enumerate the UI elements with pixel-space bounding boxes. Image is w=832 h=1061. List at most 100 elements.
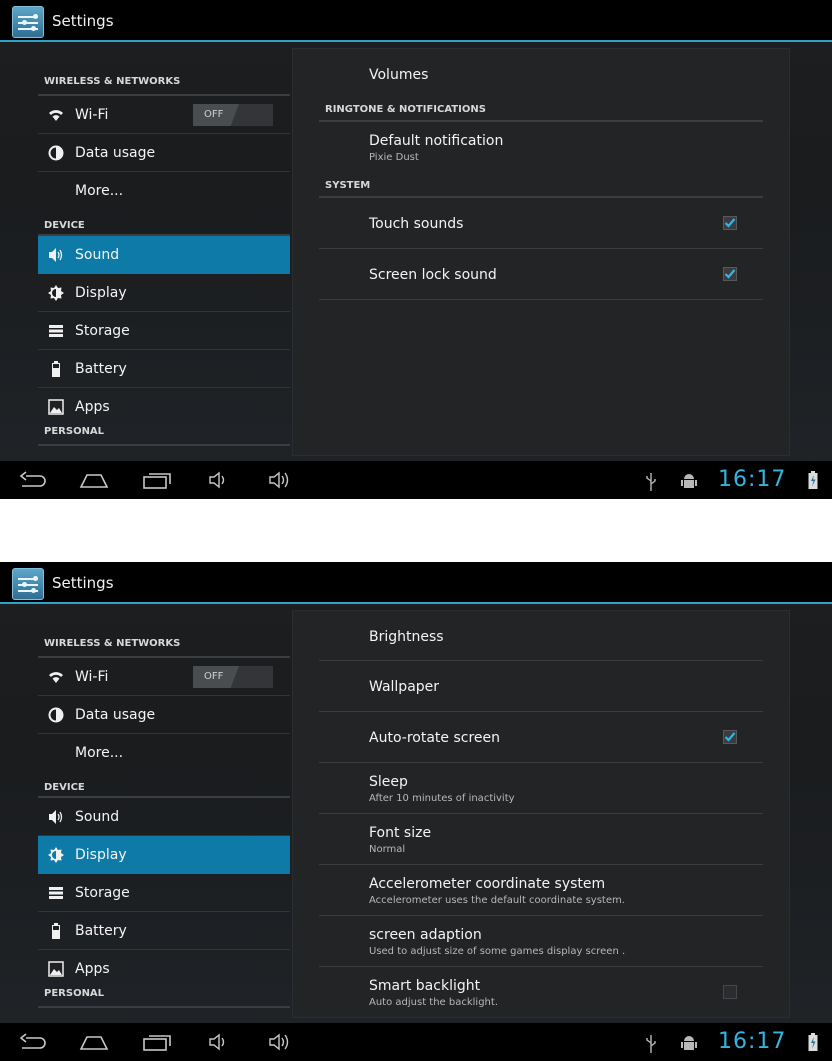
volume-up-icon[interactable] [268,1032,294,1052]
storage-icon [49,887,63,899]
sidebar-item-sound[interactable]: Sound [38,236,290,274]
toggle-off-label: OFF [193,104,239,126]
sidebar-item-display[interactable]: Display [38,836,290,874]
auto-rotate-label: Auto-rotate screen [369,730,500,746]
checkbox-checked-icon[interactable] [723,267,737,281]
wifi-icon [49,672,63,683]
header-personal: PERSONAL [38,984,290,1008]
sidebar-item-apps[interactable]: Apps [38,388,290,422]
back-icon[interactable] [18,470,46,490]
sidebar-item-label: Apps [75,961,110,977]
battery-status-icon [808,1033,818,1051]
app-title: Settings [52,12,114,30]
sidebar-item-data-usage[interactable]: Data usage [38,134,290,172]
default-notification-value: Pixie Dust [369,152,419,163]
header-device: DEVICE [38,210,290,236]
sleep-item[interactable]: Sleep After 10 minutes of inactivity [319,763,763,814]
header-wireless: WIRELESS & NETWORKS [38,62,290,96]
display-icon [48,285,64,301]
back-icon[interactable] [18,1032,46,1052]
volume-down-icon[interactable] [208,1032,230,1052]
header-device: DEVICE [38,772,290,798]
auto-rotate-item[interactable]: Auto-rotate screen [319,712,763,763]
wallpaper-item[interactable]: Wallpaper [319,661,763,712]
clock: 16:17 [718,1029,787,1054]
sidebar-item-wifi[interactable]: Wi-Fi OFF [38,96,290,134]
home-icon[interactable] [79,1032,109,1052]
sidebar-item-wifi[interactable]: Wi-Fi OFF [38,658,290,696]
sidebar-item-label: Apps [75,399,110,415]
sidebar-item-battery[interactable]: Battery [38,350,290,388]
header-ringtone: RINGTONE & NOTIFICATIONS [319,97,763,122]
settings-categories: WIRELESS & NETWORKS Wi-Fi OFF Data usage… [38,62,290,446]
volumes-item[interactable]: Volumes [319,49,763,97]
header-system: SYSTEM [319,174,763,198]
screen-adaption-label: screen adaption [369,927,482,943]
settings-categories: WIRELESS & NETWORKS Wi-Fi OFF Data usage… [38,624,290,1008]
sleep-label: Sleep [369,774,408,790]
checkbox-unchecked-icon[interactable] [723,985,737,999]
data-usage-icon [48,145,64,161]
display-icon [48,847,64,863]
sidebar-item-apps[interactable]: Apps [38,950,290,984]
accelerometer-item[interactable]: Accelerometer coordinate system Accelero… [319,865,763,916]
sidebar-item-sound[interactable]: Sound [38,798,290,836]
sidebar-item-label: Storage [75,885,130,901]
screen-lock-sound-item[interactable]: Screen lock sound [319,249,763,300]
sidebar-item-label: Display [75,847,127,863]
volume-down-icon[interactable] [208,470,230,490]
font-size-item[interactable]: Font size Normal [319,814,763,865]
sidebar-item-storage[interactable]: Storage [38,874,290,912]
battery-icon [52,923,60,939]
checkbox-checked-icon[interactable] [723,216,737,230]
recents-icon[interactable] [142,1032,172,1052]
apps-icon [48,961,64,977]
wallpaper-label: Wallpaper [369,679,440,695]
accelerometer-value: Accelerometer uses the default coordinat… [369,895,625,906]
default-notification-item[interactable]: Default notification Pixie Dust [319,122,763,174]
sound-icon [49,810,63,824]
sidebar-item-data-usage[interactable]: Data usage [38,696,290,734]
sidebar-item-label: Data usage [75,707,156,723]
android-debug-icon [681,474,697,488]
volume-up-icon[interactable] [268,470,294,490]
smart-backlight-label: Smart backlight [369,978,481,994]
display-settings-pane: Brightness Wallpaper Auto-rotate screen … [292,610,790,1018]
android-debug-icon [681,1036,697,1050]
screen-adaption-item[interactable]: screen adaption Used to adjust size of s… [319,916,763,967]
sidebar-item-label: Data usage [75,145,156,161]
touch-sounds-item[interactable]: Touch sounds [319,198,763,249]
settings-screen-display: Settings WIRELESS & NETWORKS Wi-Fi OFF D… [0,562,832,1061]
recents-icon[interactable] [142,470,172,490]
sidebar-item-label: More... [75,183,124,199]
sidebar-item-display[interactable]: Display [38,274,290,312]
screen-adaption-value: Used to adjust size of some games displa… [369,946,626,957]
screen-lock-sound-label: Screen lock sound [369,267,497,283]
settings-app-icon[interactable] [12,6,44,38]
sidebar-item-more[interactable]: More... [38,172,290,210]
font-size-value: Normal [369,844,406,855]
settings-app-icon[interactable] [12,568,44,600]
brightness-item[interactable]: Brightness [319,611,763,661]
sidebar-item-storage[interactable]: Storage [38,312,290,350]
system-bar: 16:17 [0,1023,832,1061]
sleep-value: After 10 minutes of inactivity [369,793,515,804]
smart-backlight-value: Auto adjust the backlight. [369,997,498,1008]
data-usage-icon [48,707,64,723]
home-icon[interactable] [79,470,109,490]
header-wireless: WIRELESS & NETWORKS [38,624,290,658]
sidebar-item-label: More... [75,745,124,761]
sound-icon [49,248,63,262]
checkbox-checked-icon[interactable] [723,730,737,744]
wifi-toggle[interactable]: OFF [193,666,273,688]
usb-icon [646,473,656,491]
sidebar-item-battery[interactable]: Battery [38,912,290,950]
sound-settings-pane: Volumes RINGTONE & NOTIFICATIONS Default… [292,48,790,456]
sidebar-item-label: Storage [75,323,130,339]
sidebar-item-label: Display [75,285,127,301]
default-notification-label: Default notification [369,133,504,149]
wifi-toggle[interactable]: OFF [193,104,273,126]
sidebar-item-more[interactable]: More... [38,734,290,772]
brightness-label: Brightness [369,629,444,645]
smart-backlight-item[interactable]: Smart backlight Auto adjust the backligh… [319,967,763,1018]
